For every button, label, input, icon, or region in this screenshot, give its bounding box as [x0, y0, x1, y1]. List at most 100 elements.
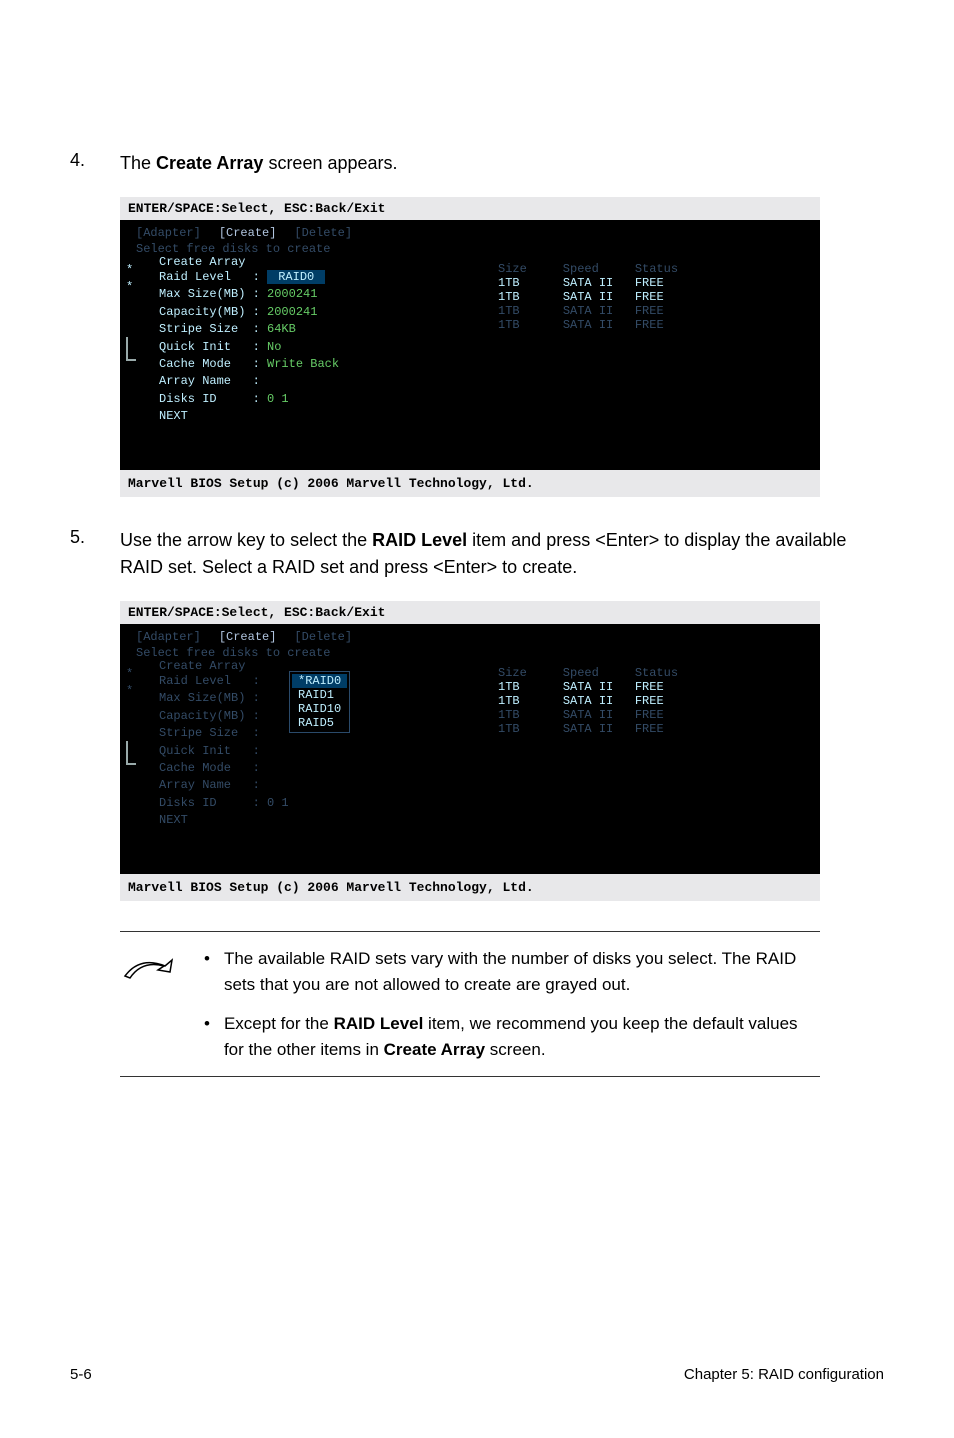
array-frame: Create Array Raid Level : Max Size(MB) :… [148, 666, 488, 841]
field-value: 0 1 [267, 796, 289, 810]
tab-delete: [Delete] [294, 630, 352, 644]
disk-row: 1TB SATA II FREE [498, 694, 804, 708]
next-label: NEXT [159, 409, 188, 423]
text: The [120, 153, 156, 173]
bold-text: RAID Level [334, 1014, 424, 1033]
field-value: No [267, 340, 281, 354]
field-value: 64KB [267, 322, 296, 336]
note-icon [120, 946, 180, 1062]
field-label: Cache Mode [159, 761, 245, 775]
dropdown-item-raid10: RAID10 [292, 702, 347, 716]
next-label: NEXT [159, 813, 188, 827]
field-label: Cache Mode [159, 357, 245, 371]
disk-row: 1TB SATA II FREE [498, 276, 804, 290]
step-number: 4. [70, 150, 120, 177]
raid-dropdown: *RAID0 RAID1 RAID10 RAID5 [289, 671, 350, 733]
field-label: Array Name [159, 778, 245, 792]
disk-header: Size Speed Status [498, 262, 804, 276]
step-number: 5. [70, 527, 120, 581]
bios-top-hint: ENTER/SPACE:Select, ESC:Back/Exit [120, 197, 820, 220]
field-label: Capacity(MB) [159, 709, 245, 723]
cut-marker [126, 337, 136, 361]
page-footer: 5-6 Chapter 5: RAID configuration [70, 1366, 884, 1383]
field-label: Stripe Size [159, 726, 245, 740]
tab-delete: [Delete] [294, 226, 352, 240]
star-marker: * [126, 683, 133, 700]
bios-tabs: [Adapter] [Create] [Delete] [130, 630, 810, 644]
disk-row: 1TB SATA II FREE [498, 318, 804, 332]
field-value: 2000241 [267, 287, 317, 301]
step-4: 4. The Create Array screen appears. [70, 150, 884, 177]
notch-markers: * * [126, 262, 142, 361]
tab-adapter: [Adapter] [136, 226, 201, 240]
note-text: • The available RAID sets vary with the … [204, 946, 820, 1062]
note-block: • The available RAID sets vary with the … [120, 931, 820, 1077]
chapter-title: Chapter 5: RAID configuration [684, 1366, 884, 1383]
note-item-text: Except for the RAID Level item, we recom… [224, 1011, 820, 1062]
bios-tabs: [Adapter] [Create] [Delete] [130, 226, 810, 240]
dropdown-item-raid1: RAID1 [292, 688, 347, 702]
field-label: Raid Level [159, 270, 245, 284]
disk-row: 1TB SATA II FREE [498, 722, 804, 736]
disk-row: 1TB SATA II FREE [498, 708, 804, 722]
bios-dark-area: [Adapter][Create][Delete] Select free di… [120, 220, 820, 470]
disk-row: 1TB SATA II FREE [498, 680, 804, 694]
disk-header: Size Speed Status [498, 666, 804, 680]
tab-create: [Create] [219, 226, 277, 240]
step-text: The Create Array screen appears. [120, 150, 398, 177]
bold-text: Create Array [384, 1040, 485, 1059]
disk-row: 1TB SATA II FREE [498, 304, 804, 318]
create-array-pane: * * Create Array Raid Level : RAID0 Max … [148, 262, 488, 437]
star-marker: * [126, 279, 133, 296]
note-item-text: The available RAID sets vary with the nu… [224, 946, 820, 997]
field-value-raid-level: RAID0 [267, 270, 325, 284]
bullet-icon: • [204, 946, 210, 997]
disk-list: Size Speed Status 1TB SATA II FREE 1TB S… [498, 262, 804, 437]
cut-marker [126, 741, 136, 765]
dropdown-item-raid0: *RAID0 [292, 674, 347, 688]
tab-adapter: [Adapter] [136, 630, 201, 644]
step-text: Use the arrow key to select the RAID Lev… [120, 527, 884, 581]
array-title: Create Array [157, 255, 247, 269]
field-label: Quick Init [159, 340, 245, 354]
text: screen appears. [263, 153, 397, 173]
bios-bottom-line: Marvell BIOS Setup (c) 2006 Marvell Tech… [120, 470, 820, 497]
bios-top-hint: ENTER/SPACE:Select, ESC:Back/Exit [120, 601, 820, 624]
field-label: Stripe Size [159, 322, 245, 336]
page-number: 5-6 [70, 1366, 92, 1383]
field-value: 2000241 [267, 305, 317, 319]
notch-markers: * * [126, 666, 142, 765]
step-5: 5. Use the arrow key to select the RAID … [70, 527, 884, 581]
dropdown-item-raid5: RAID5 [292, 716, 347, 730]
tab-create: [Create] [219, 630, 277, 644]
field-label: Max Size(MB) [159, 691, 245, 705]
disk-row: 1TB SATA II FREE [498, 290, 804, 304]
bios-dark-area: [Adapter][Create][Delete] Select free di… [120, 624, 820, 874]
array-title: Create Array [157, 659, 247, 673]
text: Except for the [224, 1014, 334, 1033]
bios-screenshot-2: ENTER/SPACE:Select, ESC:Back/Exit [Adapt… [120, 601, 820, 901]
bold-text: Create Array [156, 153, 263, 173]
create-array-pane: * * Create Array Raid Level : Max Size(M… [148, 666, 488, 841]
text: screen. [485, 1040, 545, 1059]
star-marker: * [126, 666, 133, 683]
note-bullet: • Except for the RAID Level item, we rec… [204, 1011, 820, 1062]
text: Use the arrow key to select the [120, 530, 372, 550]
field-label: Disks ID [159, 796, 245, 810]
bullet-icon: • [204, 1011, 210, 1062]
bios-bottom-line: Marvell BIOS Setup (c) 2006 Marvell Tech… [120, 874, 820, 901]
star-marker: * [126, 262, 133, 279]
array-frame: Create Array Raid Level : RAID0 Max Size… [148, 262, 488, 437]
field-label: Array Name [159, 374, 245, 388]
field-value: 0 1 [267, 392, 289, 406]
field-label: Quick Init [159, 744, 245, 758]
field-label: Raid Level [159, 674, 245, 688]
bios-screenshot-1: ENTER/SPACE:Select, ESC:Back/Exit [Adapt… [120, 197, 820, 497]
bold-text: RAID Level [372, 530, 467, 550]
field-label: Disks ID [159, 392, 245, 406]
note-bullet: • The available RAID sets vary with the … [204, 946, 820, 997]
field-label: Max Size(MB) [159, 287, 245, 301]
field-label: Capacity(MB) [159, 305, 245, 319]
field-value: Write Back [267, 357, 339, 371]
disk-list: Size Speed Status 1TB SATA II FREE 1TB S… [498, 666, 804, 841]
